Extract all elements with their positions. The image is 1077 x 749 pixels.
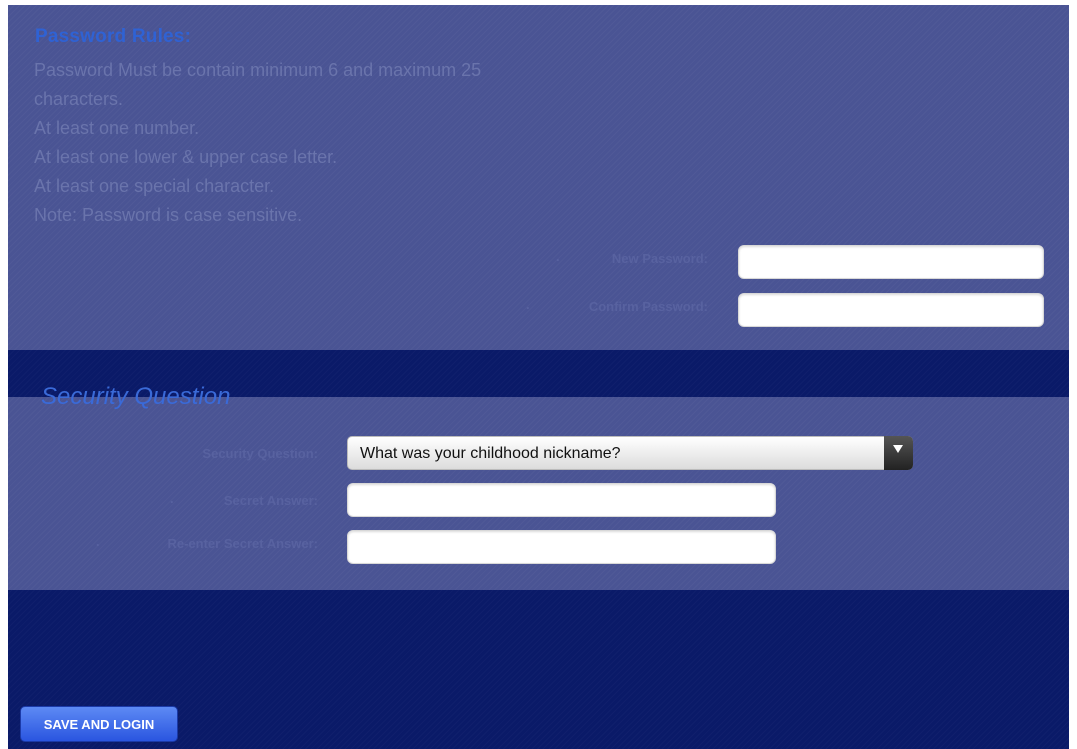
password-rule-line: Password Must be contain minimum 6 and m… xyxy=(34,60,482,80)
password-panel: Password Rules: Password Must be contain… xyxy=(8,5,1069,350)
required-marker: . xyxy=(96,534,100,549)
secret-answer-label: Secret Answer: xyxy=(223,493,318,508)
password-rule-line: At least one lower & upper case letter. xyxy=(34,147,338,167)
security-section-title: Security Question xyxy=(41,383,231,410)
password-rules-title: Password Rules: xyxy=(35,26,192,47)
password-rule-line: characters. xyxy=(34,89,124,109)
chevron-down-icon xyxy=(893,445,903,453)
reenter-secret-answer-input[interactable] xyxy=(347,530,776,564)
confirm-password-input[interactable] xyxy=(738,293,1044,327)
password-rule-line: At least one number. xyxy=(34,118,200,138)
new-password-input[interactable] xyxy=(738,245,1044,279)
security-question-label: Security Question: xyxy=(202,446,318,461)
required-marker: . xyxy=(170,491,174,506)
required-marker: . xyxy=(556,249,560,264)
secret-answer-input[interactable] xyxy=(347,483,776,517)
security-question-value: What was your childhood nickname? xyxy=(360,445,621,462)
reenter-secret-answer-label: Re-enter Secret Answer: xyxy=(167,536,318,551)
security-question-select[interactable]: What was your childhood nickname? xyxy=(347,436,913,470)
required-marker: . xyxy=(526,297,530,312)
dropdown-button[interactable] xyxy=(884,436,913,470)
save-and-login-button[interactable]: SAVE AND LOGIN xyxy=(20,706,178,742)
password-rule-line: Note: Password is case sensitive. xyxy=(34,205,303,225)
confirm-password-label: Confirm Password: xyxy=(588,299,708,314)
new-password-label: New Password: xyxy=(611,251,708,266)
app-screen: Password Rules: Password Must be contain… xyxy=(8,5,1069,749)
password-rule-line: At least one special character. xyxy=(34,176,275,196)
